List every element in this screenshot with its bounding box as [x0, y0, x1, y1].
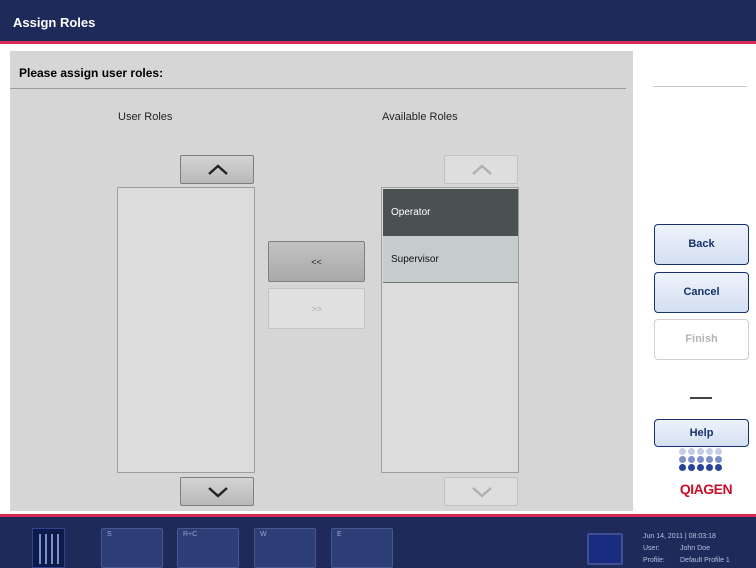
available-roles-scroll-up-button[interactable]: [444, 155, 518, 184]
title-bar: Assign Roles: [0, 0, 756, 44]
chevron-up-icon: [208, 164, 228, 175]
user-value: John Doe: [680, 545, 710, 552]
logo-text: QIAGEN: [679, 481, 733, 497]
qiagen-logo: QIAGEN: [676, 448, 736, 498]
chevron-down-icon: [472, 487, 492, 498]
assign-roles-screen: Assign Roles Please assign user roles: U…: [0, 0, 756, 568]
window-title: Assign Roles: [13, 15, 96, 30]
tile-w-label: W: [260, 531, 267, 538]
help-button[interactable]: Help: [654, 419, 749, 447]
drawer-slots-icon[interactable]: [32, 528, 65, 568]
tile-s[interactable]: S: [101, 528, 163, 568]
available-roles-label: Available Roles: [382, 111, 458, 123]
separator-dash: [690, 397, 712, 399]
tile-rc[interactable]: R+C: [177, 528, 239, 568]
tile-e-label: E: [337, 531, 342, 538]
chevron-down-icon: [208, 487, 228, 498]
heading-divider: [10, 88, 626, 89]
user-roles-label: User Roles: [118, 111, 173, 123]
sidebar-divider: [653, 86, 747, 87]
tile-w[interactable]: W: [254, 528, 316, 568]
tile-e[interactable]: E: [331, 528, 393, 568]
tile-s-label: S: [107, 531, 112, 538]
cancel-button[interactable]: Cancel: [654, 272, 749, 313]
role-item-supervisor[interactable]: Supervisor: [383, 236, 518, 283]
user-label: User:: [643, 545, 660, 552]
status-bar: S R+C W E Jun 14, 2011 | 08:03:18 User: …: [0, 514, 756, 568]
available-roles-scroll-down-button[interactable]: [444, 477, 518, 506]
chevron-up-icon: [472, 164, 492, 175]
datetime-text: Jun 14, 2011 | 08:03:18: [643, 533, 716, 540]
instrument-status-button[interactable]: [587, 533, 623, 565]
user-roles-scroll-down-button[interactable]: [180, 477, 254, 506]
move-to-user-roles-button[interactable]: <<: [268, 241, 365, 282]
main-panel: Please assign user roles: User Roles Ava…: [10, 51, 633, 511]
user-roles-scroll-up-button[interactable]: [180, 155, 254, 184]
user-roles-list[interactable]: [117, 187, 255, 473]
tile-rc-label: R+C: [183, 531, 198, 538]
page-heading: Please assign user roles:: [19, 66, 164, 80]
back-button[interactable]: Back: [654, 224, 749, 265]
finish-button[interactable]: Finish: [654, 319, 749, 360]
available-roles-list: Operator Supervisor: [381, 187, 519, 473]
profile-value: Default Profile 1: [680, 557, 730, 564]
profile-label: Profile:: [643, 557, 665, 564]
move-to-available-roles-button[interactable]: >>: [268, 288, 365, 329]
role-item-operator[interactable]: Operator: [383, 189, 518, 236]
